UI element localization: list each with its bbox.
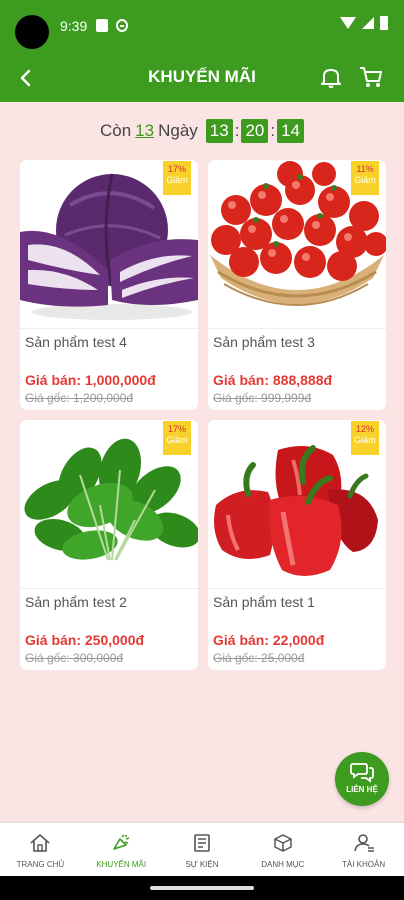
countdown-separator: : (270, 121, 276, 140)
discount-badge: 17% Giảm (163, 161, 191, 195)
account-icon (353, 834, 374, 852)
chat-icon (350, 763, 374, 783)
product-price: Giá bán: 888,888đ (213, 372, 333, 388)
discount-label: Giảm (354, 175, 376, 185)
countdown-days: 13 (135, 121, 155, 140)
nav-item-home[interactable]: TRANG CHỦ (0, 823, 81, 876)
cart-icon (360, 67, 382, 87)
product-card[interactable]: 11% Giảm Sản phẩm test 3 Giá bán: 888,88… (208, 160, 386, 410)
gesture-bar (0, 876, 404, 900)
vpn-icon (116, 19, 128, 32)
category-icon (274, 834, 292, 852)
card-divider (208, 588, 386, 589)
system-icons (340, 16, 388, 30)
discount-percent: 12% (355, 424, 374, 434)
home-indicator[interactable] (150, 886, 254, 890)
product-price: Giá bán: 22,000đ (213, 632, 325, 648)
card-divider (208, 328, 386, 329)
discount-label: Giảm (166, 175, 188, 185)
countdown-hours: 13 (205, 119, 233, 143)
discount-label: Giảm (354, 435, 376, 445)
product-name: Sản phẩm test 1 (213, 594, 315, 610)
status-time: 9:39 (60, 18, 88, 34)
product-name: Sản phẩm test 4 (25, 334, 127, 350)
card-divider (20, 588, 198, 589)
signal-icon (362, 17, 374, 29)
product-name: Sản phẩm test 2 (25, 594, 127, 610)
discount-badge: 11% Giảm (351, 161, 379, 195)
nav-label: SỰ KIỆN (185, 860, 219, 869)
promotion-icon (113, 834, 130, 850)
battery-icon (380, 16, 388, 30)
bottom-nav: TRANG CHỦ KHUYẾN MÃI SỰ KIỆN DANH MỤC TÀ… (0, 822, 404, 876)
product-card[interactable]: 17% Giảm Sản phẩm test 4 Giá bán: 1,000,… (20, 160, 198, 410)
nav-item-category[interactable]: DANH MỤC (242, 823, 323, 876)
nav-item-event[interactable]: SỰ KIỆN (162, 823, 243, 876)
countdown-minutes: 20 (241, 119, 269, 143)
app-bar: KHUYẾN MÃI (0, 56, 404, 102)
countdown-seconds: 14 (277, 119, 305, 143)
card-divider (20, 328, 198, 329)
discount-percent: 11% (356, 164, 374, 174)
cart-button[interactable] (357, 63, 385, 91)
product-price: Giá bán: 1,000,000đ (25, 372, 156, 388)
nav-label: DANH MỤC (261, 860, 305, 869)
product-card[interactable]: 17% Giảm Sản phẩm test 2 Giá bán: 250,00… (20, 420, 198, 670)
discount-percent: 17% (167, 164, 186, 174)
camera-cutout (15, 15, 49, 49)
bell-icon (321, 69, 341, 88)
countdown-prefix: Còn (99, 121, 132, 140)
event-icon (194, 834, 210, 852)
nav-label: TRANG CHỦ (16, 860, 65, 869)
product-original-price: Giá gốc: 25,000đ (213, 651, 305, 665)
product-original-price: Giá gốc: 1,200,000đ (25, 391, 134, 405)
discount-percent: 17% (167, 424, 186, 434)
discount-badge: 17% Giảm (163, 421, 191, 455)
countdown-days-label: Ngày (158, 121, 198, 140)
countdown-separator: : (234, 121, 240, 140)
status-bar: 9:39 (0, 0, 404, 56)
product-original-price: Giá gốc: 999,999đ (213, 391, 312, 405)
wifi-icon (340, 17, 356, 29)
product-card[interactable]: 12% Giảm Sản phẩm test 1 Giá bán: 22,000… (208, 420, 386, 670)
nav-item-promotion[interactable]: KHUYẾN MÃI (81, 823, 162, 876)
product-original-price: Giá gốc: 300,000đ (25, 651, 124, 665)
notification-button[interactable] (318, 64, 344, 90)
nav-label: KHUYẾN MÃI (96, 860, 147, 869)
contact-button[interactable]: LIÊN HỆ (335, 752, 389, 806)
discount-badge: 12% Giảm (351, 421, 379, 455)
sim-card-icon (96, 19, 108, 32)
nav-item-account[interactable]: TÀI KHOẢN (323, 823, 404, 876)
home-icon (30, 834, 50, 852)
product-price: Giá bán: 250,000đ (25, 632, 145, 648)
contact-label: LIÊN HỆ (346, 785, 378, 794)
promo-countdown: Còn 13 Ngày 13 : 20 : 14 (0, 118, 404, 144)
nav-label: TÀI KHOẢN (342, 860, 386, 869)
product-name: Sản phẩm test 3 (213, 334, 315, 350)
discount-label: Giảm (166, 435, 188, 445)
